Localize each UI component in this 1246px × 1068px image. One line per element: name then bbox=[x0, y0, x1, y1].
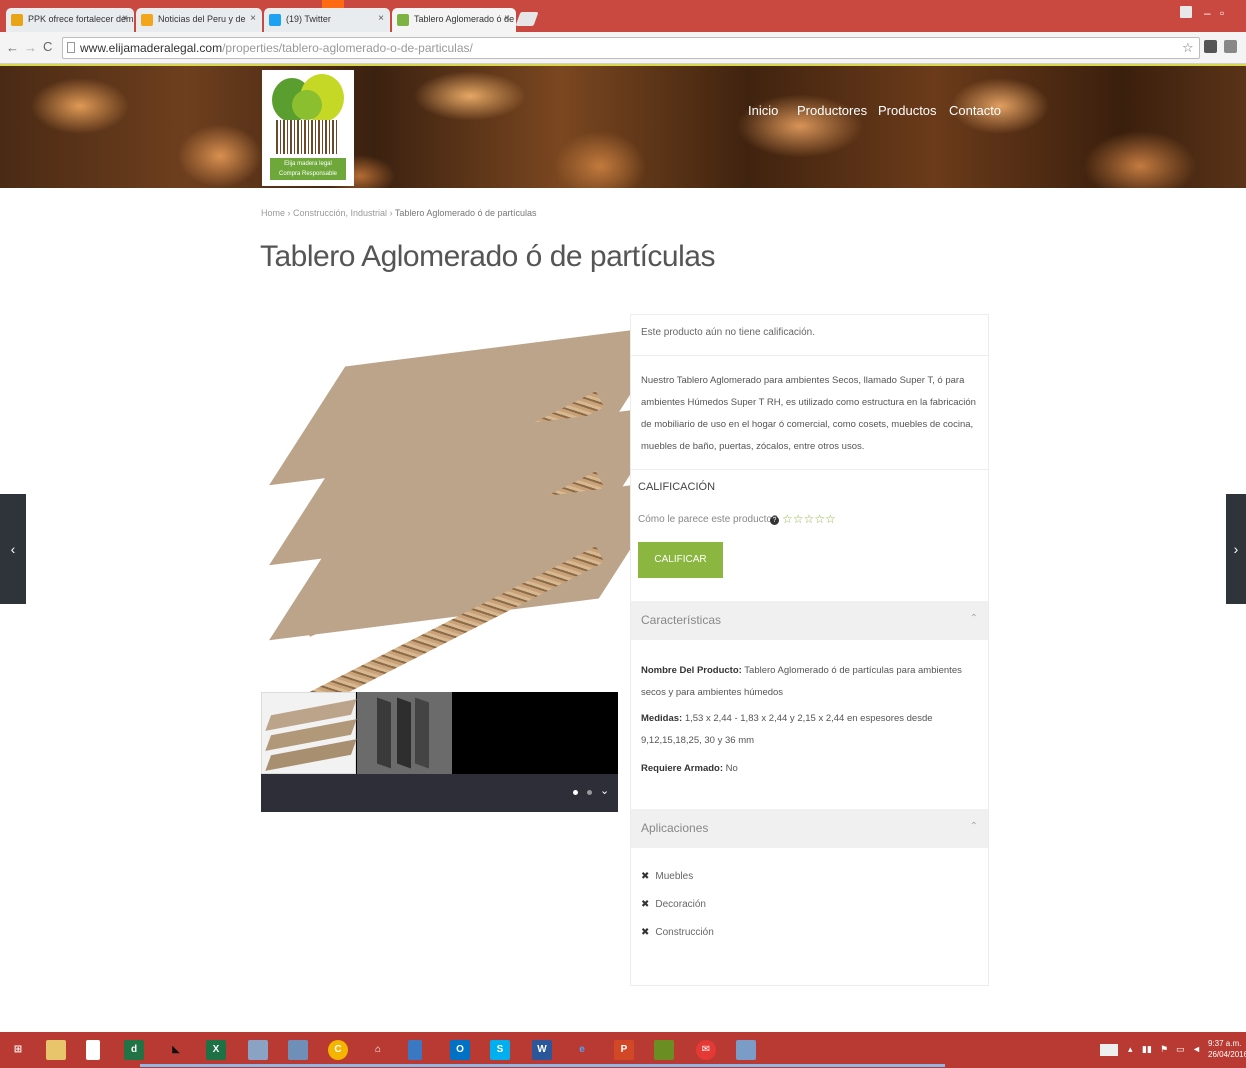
application-item: ✖ Muebles bbox=[641, 871, 694, 882]
site-header bbox=[0, 66, 1246, 188]
home-icon[interactable]: ⌂ bbox=[368, 1040, 388, 1060]
spec-assembly: Requiere Armado: No bbox=[641, 763, 738, 774]
chevron-left-icon: ‹ bbox=[10, 541, 16, 557]
logo-barcode-icon bbox=[276, 120, 338, 154]
thumbnail-boards[interactable] bbox=[261, 692, 357, 774]
battery-icon[interactable]: ▭ bbox=[1176, 1044, 1185, 1055]
mail-icon[interactable]: ✉ bbox=[696, 1040, 716, 1060]
user-icon[interactable] bbox=[1180, 6, 1192, 18]
chevron-down-icon[interactable]: ⌄ bbox=[600, 784, 609, 797]
tools-icon: ✖ bbox=[641, 899, 650, 910]
tab-twitter[interactable]: (19) Twitter × bbox=[264, 8, 390, 32]
help-icon[interactable]: ? bbox=[770, 516, 779, 525]
characteristics-header[interactable]: Características ⌃ bbox=[631, 601, 988, 640]
nav-productores[interactable]: Productores bbox=[797, 103, 867, 118]
app-icon[interactable] bbox=[654, 1040, 674, 1060]
breadcrumb-category[interactable]: Construcción, Industrial bbox=[293, 208, 387, 218]
close-icon[interactable]: × bbox=[378, 13, 384, 24]
twitter-icon bbox=[269, 14, 281, 26]
system-clock[interactable]: 9:37 a.m. 26/04/2016 bbox=[1208, 1038, 1246, 1060]
app-icon[interactable] bbox=[408, 1040, 422, 1060]
volume-icon[interactable]: ◄ bbox=[1192, 1044, 1201, 1054]
project-icon[interactable]: d bbox=[124, 1040, 144, 1060]
nav-contacto[interactable]: Contacto bbox=[949, 103, 1001, 118]
chevron-right-icon: › bbox=[1233, 541, 1239, 557]
keyboard-icon[interactable] bbox=[1100, 1044, 1118, 1056]
breadcrumb: Home › Construcción, Industrial › Tabler… bbox=[261, 208, 537, 218]
product-description: Nuestro Tablero Aglomerado para ambiente… bbox=[641, 375, 976, 452]
powerpoint-icon[interactable]: P bbox=[614, 1040, 634, 1060]
file-explorer-icon[interactable] bbox=[46, 1040, 66, 1060]
calculator-icon[interactable] bbox=[248, 1040, 268, 1060]
logo-tree-icon bbox=[292, 90, 322, 120]
breadcrumb-home[interactable]: Home bbox=[261, 208, 285, 218]
tab-favicon-icon bbox=[141, 14, 153, 26]
internet-explorer-icon[interactable]: e bbox=[572, 1040, 592, 1060]
restore-icon[interactable]: ▫ bbox=[1220, 6, 1224, 20]
rate-button[interactable]: CALIFICAR bbox=[638, 542, 723, 578]
tools-icon: ✖ bbox=[641, 927, 650, 938]
app-icon[interactable] bbox=[736, 1040, 756, 1060]
page-icon bbox=[67, 42, 75, 53]
chevron-up-icon: ⌃ bbox=[969, 613, 978, 624]
tab-noticias[interactable]: Noticias del Peru y de × bbox=[136, 8, 262, 32]
media-icon[interactable]: ◣ bbox=[166, 1040, 186, 1060]
thumbnail-dark-boards[interactable] bbox=[357, 692, 452, 774]
rating-question: Cómo le parece este producto? bbox=[638, 514, 778, 525]
url-text[interactable]: www.elijamaderalegal.com/properties/tabl… bbox=[80, 41, 473, 55]
chrome-icon[interactable]: C bbox=[328, 1040, 348, 1060]
close-icon[interactable]: × bbox=[122, 13, 128, 24]
close-icon[interactable]: × bbox=[250, 13, 256, 24]
nav-inicio[interactable]: Inicio bbox=[748, 103, 778, 118]
tools-icon: ✖ bbox=[641, 871, 650, 882]
back-icon[interactable]: ← bbox=[6, 40, 19, 55]
extension-icon[interactable] bbox=[1224, 40, 1237, 53]
reload-icon[interactable]: C bbox=[43, 39, 52, 54]
product-image[interactable] bbox=[262, 315, 675, 712]
extension-icon[interactable] bbox=[1204, 40, 1217, 53]
tab-tablero[interactable]: Tablero Aglomerado ó de × bbox=[392, 8, 516, 32]
previous-product-button[interactable]: ‹ bbox=[0, 494, 26, 604]
application-item: ✖ Construcción bbox=[641, 927, 714, 938]
tray-arrow-icon[interactable]: ▴ bbox=[1128, 1044, 1133, 1055]
orange-marker bbox=[322, 0, 344, 8]
forward-icon[interactable]: → bbox=[24, 40, 37, 55]
gallery-dot[interactable] bbox=[587, 790, 592, 795]
breadcrumb-current: Tablero Aglomerado ó de partículas bbox=[394, 208, 537, 218]
paint-icon[interactable] bbox=[288, 1040, 308, 1060]
logo-caption: Elija madera legal Compra Responsable bbox=[270, 158, 346, 180]
network-icon[interactable]: ▮▮ bbox=[1142, 1044, 1152, 1055]
skype-icon[interactable]: S bbox=[490, 1040, 510, 1060]
thumbnail-strip bbox=[261, 692, 618, 774]
nav-productos[interactable]: Productos bbox=[878, 103, 937, 118]
windows-start-icon[interactable]: ⊞ bbox=[8, 1040, 28, 1060]
tab-favicon-icon bbox=[11, 14, 23, 26]
applications-header[interactable]: Aplicaciones ⌃ bbox=[631, 809, 988, 848]
spec-measures: Medidas: 1,53 x 2,44 - 1,83 x 2,44 y 2,1… bbox=[641, 713, 933, 746]
next-product-button[interactable]: › bbox=[1226, 494, 1246, 604]
gallery-controls bbox=[261, 774, 618, 812]
close-icon[interactable]: × bbox=[504, 13, 510, 24]
application-item: ✖ Decoración bbox=[641, 899, 706, 910]
rating-heading: CALIFICACIÓN bbox=[638, 481, 716, 493]
word-icon[interactable]: W bbox=[532, 1040, 552, 1060]
gallery-dot[interactable] bbox=[573, 790, 578, 795]
tab-ppk[interactable]: PPK ofrece fortalecer dem × bbox=[6, 8, 134, 32]
active-apps-indicator bbox=[140, 1064, 945, 1067]
flag-icon[interactable]: ⚑ bbox=[1160, 1044, 1168, 1055]
chevron-up-icon: ⌃ bbox=[969, 821, 978, 832]
outlook-icon[interactable]: O bbox=[450, 1040, 470, 1060]
page-title: Tablero Aglomerado ó de partículas bbox=[260, 240, 715, 273]
excel-icon[interactable]: X bbox=[206, 1040, 226, 1060]
document-icon[interactable] bbox=[86, 1040, 100, 1060]
rating-stars[interactable]: ☆☆☆☆☆ bbox=[782, 512, 836, 526]
minimize-icon[interactable]: – bbox=[1204, 6, 1211, 20]
no-rating-text: Este producto aún no tiene calificación. bbox=[641, 327, 815, 338]
tab-favicon-icon bbox=[397, 14, 409, 26]
bookmark-star-icon[interactable]: ☆ bbox=[1182, 40, 1194, 56]
spec-name: Nombre Del Producto: Tablero Aglomerado … bbox=[641, 665, 962, 698]
